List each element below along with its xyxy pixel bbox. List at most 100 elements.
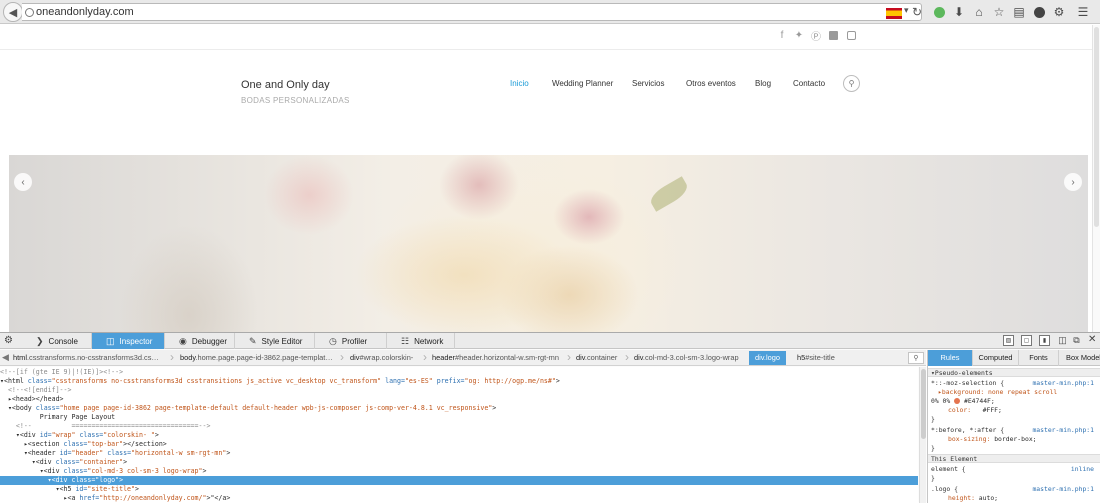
markup-token: ▾<div <box>15 431 40 439</box>
tab-box-model[interactable]: Box Model <box>1059 350 1100 366</box>
spanish-flag-icon[interactable] <box>886 8 902 19</box>
instagram-icon[interactable] <box>845 29 857 41</box>
breadcrumb: ◀ html.csstransforms.no-csstransforms3d.… <box>0 350 926 366</box>
markup-search-icon[interactable]: ⚲ <box>908 352 924 364</box>
inspector-icon: ◫ <box>106 335 115 346</box>
rule-source-link[interactable]: master-min.php:1 <box>1032 485 1094 494</box>
dropdown-arrow-icon[interactable]: ▾ <box>904 5 909 16</box>
download-icon[interactable]: ⬇ <box>950 3 968 21</box>
twitter-icon[interactable]: ✦ <box>793 29 805 41</box>
tab-rules[interactable]: Rules <box>928 350 973 366</box>
devtools-tabbar: ⚙ ❯ Console ◫ Inspector ◉ Debugger ✎ Style E… <box>0 333 1100 349</box>
markup-node[interactable]: <!-- ================================--> <box>0 422 918 431</box>
markup-node[interactable]: ▾<body class="home page page-id-3862 pag… <box>0 404 918 413</box>
facebook-icon[interactable]: f <box>776 29 788 41</box>
markup-node[interactable]: ▾<div class="container"> <box>0 458 918 467</box>
tab-style-editor[interactable]: ✎ Style Editor <box>235 333 315 349</box>
nav-item-blog[interactable]: Blog <box>755 79 771 88</box>
rule-property[interactable]: color: #FFF; <box>948 406 1002 415</box>
tab-inspector[interactable]: ◫ Inspector <box>92 333 165 349</box>
breadcrumb-item-body[interactable]: body.home.page.page-id-3862.page-templat… <box>180 353 333 362</box>
pick-element-icon[interactable]: ▢ <box>1021 335 1032 346</box>
markup-node[interactable]: ▾<div class="col-md-3 col-sm-3 logo-wrap… <box>0 467 918 476</box>
markup-node[interactable]: ▾<h5 id="site-title"> <box>0 485 918 494</box>
slider-prev-button[interactable]: ‹ <box>14 173 32 191</box>
markup-node[interactable]: <!--[if (gte IE 9)|!(IE)]><!--> <box>0 368 918 377</box>
breadcrumb-item-site-title[interactable]: h5#site-title <box>797 353 835 362</box>
markup-node[interactable]: ▾<header id="header" class="horizontal-w… <box>0 449 918 458</box>
nav-item-inicio[interactable]: Inicio <box>510 79 529 88</box>
markup-node[interactable]: ▸<section class="top-bar"></section> <box>0 440 918 449</box>
markup-indent <box>0 413 40 421</box>
markup-token: "container" <box>79 458 124 466</box>
clipboard-icon[interactable]: ▤ <box>1010 3 1028 21</box>
search-icon[interactable]: ⚲ <box>843 75 860 92</box>
page-scrollbar[interactable] <box>1092 25 1100 332</box>
back-arrow-icon: ◀ <box>8 6 18 19</box>
green-addon-icon[interactable] <box>930 3 948 21</box>
menu-icon[interactable]: ☰ <box>1074 3 1092 21</box>
rule-property[interactable]: box-sizing: border-box; <box>948 435 1037 444</box>
markup-token: <!--[if (gte IE 9)|!(IE)]><!--> <box>0 368 124 376</box>
site-title[interactable]: One and Only day <box>241 79 330 91</box>
markup-scrollbar[interactable] <box>919 367 926 503</box>
back-button[interactable]: ◀ <box>3 2 23 22</box>
top-bar-divider <box>0 49 1100 50</box>
markup-node[interactable]: Primary Page Layout <box>0 413 918 422</box>
page-scrollbar-thumb[interactable] <box>1094 27 1099 227</box>
markup-node[interactable]: ▾<html class="csstransforms no-csstransf… <box>0 377 918 386</box>
devtools-settings-gear-icon[interactable]: ⚙ <box>4 335 13 346</box>
split-console-icon[interactable]: ◫ <box>1057 335 1068 346</box>
markup-view[interactable]: <!--[if (gte IE 9)|!(IE)]><!--> ▾<html cl… <box>0 367 918 503</box>
bookmark-star-icon[interactable]: ☆ <box>990 3 1008 21</box>
tab-console[interactable]: ❯ Console <box>22 333 92 349</box>
markup-token: "es-ES" <box>404 377 433 385</box>
markup-node[interactable]: ▾<div id="wrap" class="colorskin- "> <box>0 431 918 440</box>
site-tagline: BODAS PERSONALIZADAS <box>241 96 350 105</box>
color-swatch-icon[interactable] <box>954 398 961 404</box>
tab-profiler[interactable]: ◷ Profiler <box>315 333 387 349</box>
globe-icon <box>25 8 34 17</box>
rule-source-link[interactable]: master-min.php:1 <box>1032 379 1094 388</box>
rule-source-link[interactable]: master-min.php:1 <box>1032 426 1094 435</box>
home-icon[interactable]: ⌂ <box>970 3 988 21</box>
breadcrumb-item-container[interactable]: div.container <box>576 353 617 362</box>
breadcrumb-item-wrap[interactable]: div#wrap.colorskin- <box>350 353 413 362</box>
dock-side-icon[interactable]: ▮ <box>1039 335 1050 346</box>
nav-item-servicios[interactable]: Servicios <box>632 79 664 88</box>
rules-panel: Rules Computed Fonts Box Model ▾Pseudo-e… <box>927 350 1100 503</box>
breadcrumb-item-logo-selected[interactable]: div.logo <box>749 351 786 365</box>
vimeo-icon[interactable] <box>827 29 839 41</box>
breadcrumb-scroll-left-icon[interactable]: ◀ <box>2 352 9 363</box>
tab-fonts[interactable]: Fonts <box>1019 350 1059 366</box>
nav-item-wedding-planner[interactable]: Wedding Planner <box>552 79 613 88</box>
profiler-icon: ◷ <box>329 335 337 346</box>
pinterest-icon[interactable]: Ⓟ <box>810 29 822 43</box>
responsive-mode-icon[interactable]: ▧ <box>1003 335 1014 346</box>
pseudo-elements-header[interactable]: ▾Pseudo-elements <box>928 368 1100 377</box>
markup-token: "site-title" <box>87 485 135 493</box>
tab-computed[interactable]: Computed <box>973 350 1019 366</box>
breadcrumb-item-header[interactable]: header#header.horizontal-w.sm-rgt-mn <box>432 353 559 362</box>
nav-item-contacto[interactable]: Contacto <box>793 79 825 88</box>
markup-node-selected[interactable]: ▾<div class="logo"> <box>0 476 918 485</box>
markup-token: "home page page-id-3862 page-template-de… <box>59 404 493 412</box>
extension-icon[interactable]: ⚙ <box>1050 3 1068 21</box>
close-devtools-icon[interactable]: ✕ <box>1088 334 1096 345</box>
markup-token: ▸<section <box>23 440 64 448</box>
markup-token: ▸<head></head> <box>7 395 64 403</box>
rule-property[interactable]: ▸background: none repeat scroll <box>938 388 1057 397</box>
breadcrumb-item-logo-wrap[interactable]: div.col-md-3.col-sm-3.logo-wrap <box>634 353 739 362</box>
reload-icon[interactable]: ↻ <box>912 5 922 19</box>
markup-scrollbar-thumb[interactable] <box>921 369 926 439</box>
tab-network[interactable]: ☷ Network <box>387 333 455 349</box>
tab-debugger[interactable]: ◉ Debugger <box>165 333 235 349</box>
slider-next-button[interactable]: › <box>1064 173 1082 191</box>
detach-icon[interactable]: ⧉ <box>1071 335 1082 346</box>
url-bar[interactable]: oneandonlyday.com ▾ ↻ <box>22 3 922 21</box>
account-icon[interactable] <box>1030 3 1048 21</box>
nav-item-otros-eventos[interactable]: Otros eventos <box>686 79 736 88</box>
markup-node[interactable]: ▸<head></head> <box>0 395 918 404</box>
markup-node[interactable]: <!--<![endif]--> <box>0 386 918 395</box>
breadcrumb-item-html[interactable]: html.csstransforms.no-csstransforms3d.cs… <box>13 353 159 362</box>
